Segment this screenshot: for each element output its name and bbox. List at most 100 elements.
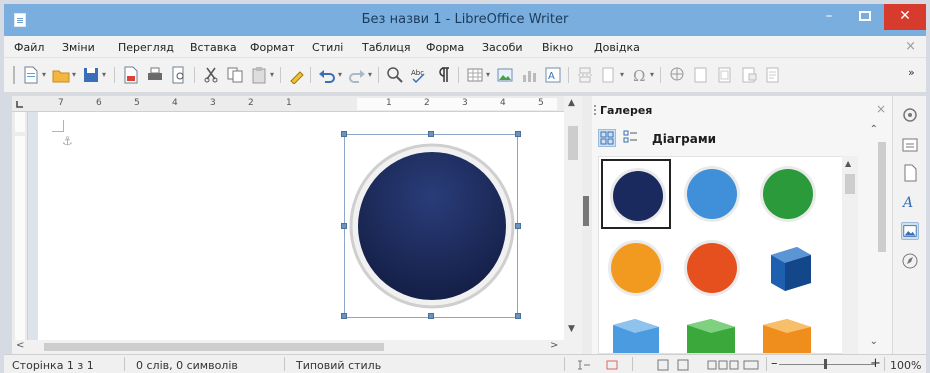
gallery-tab-icon[interactable] — [901, 222, 919, 240]
scroll-thumb[interactable] — [568, 126, 578, 160]
open-icon[interactable] — [52, 66, 70, 84]
sidebar-vertical-scrollbar[interactable] — [876, 120, 888, 252]
anchor-icon[interactable]: ⚓ — [62, 134, 73, 148]
export-pdf-icon[interactable] — [122, 66, 140, 84]
sidebar-settings-icon[interactable] — [901, 106, 919, 124]
menu-view[interactable]: Перегляд — [118, 41, 174, 54]
scroll-down-icon[interactable]: ▼ — [568, 324, 575, 334]
resize-handle[interactable] — [515, 223, 521, 229]
page-count[interactable]: Сторінка 1 з 1 — [12, 359, 94, 372]
sidebar-collapse-grip[interactable] — [583, 196, 589, 226]
selection-mode-icon[interactable] — [604, 358, 620, 372]
menu-table[interactable]: Таблиця — [362, 41, 411, 54]
scroll-right-icon[interactable]: > — [550, 340, 558, 351]
zoom-in-button[interactable]: + — [870, 356, 881, 371]
menu-help[interactable]: Довідка — [594, 41, 640, 54]
copy-icon[interactable] — [226, 66, 244, 84]
insert-endnote-icon[interactable] — [716, 66, 734, 84]
document-horizontal-scrollbar[interactable]: < > — [12, 340, 582, 354]
spelling-icon[interactable]: Abc — [410, 66, 428, 84]
formatting-marks-icon[interactable] — [434, 66, 452, 84]
navigator-icon[interactable] — [901, 252, 919, 270]
resize-handle[interactable] — [341, 223, 347, 229]
page-style[interactable]: Типовий стиль — [296, 359, 381, 372]
save-icon[interactable] — [82, 66, 100, 84]
zoom-out-button[interactable]: – — [771, 356, 778, 371]
menu-edit[interactable]: Зміни — [62, 41, 95, 54]
maximize-button[interactable] — [850, 4, 880, 30]
gallery-scroll-down-icon[interactable]: ⌄ — [870, 336, 878, 347]
document-vertical-scrollbar[interactable]: ▲ ▼ — [564, 96, 582, 340]
insert-hyperlink-icon[interactable] — [668, 66, 686, 84]
gallery-item-red-orange-circle[interactable] — [677, 233, 747, 303]
new-document-icon[interactable] — [22, 66, 40, 84]
scroll-thumb[interactable] — [845, 174, 855, 194]
gallery-item-orange-cube[interactable] — [753, 307, 823, 353]
gallery-item-blue-cube[interactable] — [753, 233, 823, 303]
undo-icon[interactable] — [318, 66, 336, 84]
insert-chart-icon[interactable] — [520, 66, 538, 84]
minimize-button[interactable]: – — [814, 4, 844, 30]
new-dropdown-icon[interactable]: ▾ — [42, 70, 46, 79]
insert-comment-icon[interactable] — [740, 66, 758, 84]
gallery-close-icon[interactable]: × — [876, 102, 886, 116]
horizontal-ruler[interactable]: 7 6 5 4 3 2 1 1 2 3 4 5 — [12, 96, 564, 112]
menu-styles[interactable]: Стилі — [312, 41, 343, 54]
document-page[interactable]: ⚓ — [38, 112, 564, 342]
styles-icon[interactable]: A — [901, 192, 919, 210]
close-document-icon[interactable]: × — [905, 39, 916, 54]
toolbar-overflow-icon[interactable]: » — [908, 66, 915, 79]
sidebar-splitter[interactable] — [582, 96, 592, 354]
redo-dropdown-icon[interactable]: ▾ — [368, 70, 372, 79]
menu-file[interactable]: Файл — [14, 41, 44, 54]
scroll-up-icon[interactable]: ▲ — [568, 98, 575, 108]
undo-dropdown-icon[interactable]: ▾ — [338, 70, 342, 79]
close-button[interactable]: ✕ — [884, 4, 926, 30]
paste-dropdown-icon[interactable]: ▾ — [270, 70, 274, 79]
zoom-slider-thumb[interactable] — [824, 359, 827, 369]
find-replace-icon[interactable] — [386, 66, 404, 84]
tab-stop-icon[interactable] — [16, 100, 24, 108]
gallery-item-green-cube[interactable] — [677, 307, 747, 353]
save-dropdown-icon[interactable]: ▾ — [102, 70, 106, 79]
menu-window[interactable]: Вікно — [542, 41, 573, 54]
cut-icon[interactable] — [202, 66, 220, 84]
insert-image-icon[interactable] — [496, 66, 514, 84]
zoom-slider-track[interactable] — [779, 364, 875, 365]
gallery-items[interactable] — [598, 156, 848, 354]
gallery-theme-name[interactable]: Діаграми — [652, 132, 716, 146]
multi-page-view-icon[interactable] — [706, 358, 762, 372]
vertical-ruler[interactable] — [12, 112, 28, 340]
resize-handle[interactable] — [515, 313, 521, 319]
gallery-item-blue-circle[interactable] — [677, 159, 747, 229]
scroll-thumb[interactable] — [878, 142, 886, 252]
insert-page-break-icon[interactable] — [576, 66, 594, 84]
insert-special-character-icon[interactable]: Ω — [630, 66, 648, 84]
gallery-item-green-circle[interactable] — [753, 159, 823, 229]
icon-view-button[interactable] — [598, 129, 616, 147]
clone-formatting-icon[interactable] — [288, 66, 306, 84]
insert-field-icon[interactable] — [600, 66, 618, 84]
insert-mode-icon[interactable] — [576, 358, 592, 372]
menu-form[interactable]: Форма — [426, 41, 464, 54]
gallery-item-orange-circle[interactable] — [601, 233, 671, 303]
scroll-thumb[interactable] — [44, 343, 384, 351]
field-dropdown-icon[interactable]: ▾ — [620, 70, 624, 79]
gallery-item-dark-blue-circle[interactable] — [601, 159, 671, 229]
word-count[interactable]: 0 слів, 0 символів — [136, 359, 238, 372]
resize-handle[interactable] — [341, 131, 347, 137]
print-preview-icon[interactable] — [170, 66, 188, 84]
track-changes-icon[interactable] — [764, 66, 782, 84]
insert-table-icon[interactable] — [466, 66, 484, 84]
properties-icon[interactable] — [901, 136, 919, 154]
redo-icon[interactable] — [348, 66, 366, 84]
resize-handle[interactable] — [428, 313, 434, 319]
gallery-scrollbar[interactable]: ▲ — [842, 156, 858, 354]
table-dropdown-icon[interactable]: ▾ — [486, 70, 490, 79]
gallery-items-scroll-up-icon[interactable]: ▲ — [845, 159, 851, 168]
print-icon[interactable] — [146, 66, 164, 84]
insert-textbox-icon[interactable]: A — [544, 66, 562, 84]
detailed-view-button[interactable] — [622, 129, 640, 147]
menu-tools[interactable]: Засоби — [482, 41, 523, 54]
page-icon[interactable] — [901, 164, 919, 182]
